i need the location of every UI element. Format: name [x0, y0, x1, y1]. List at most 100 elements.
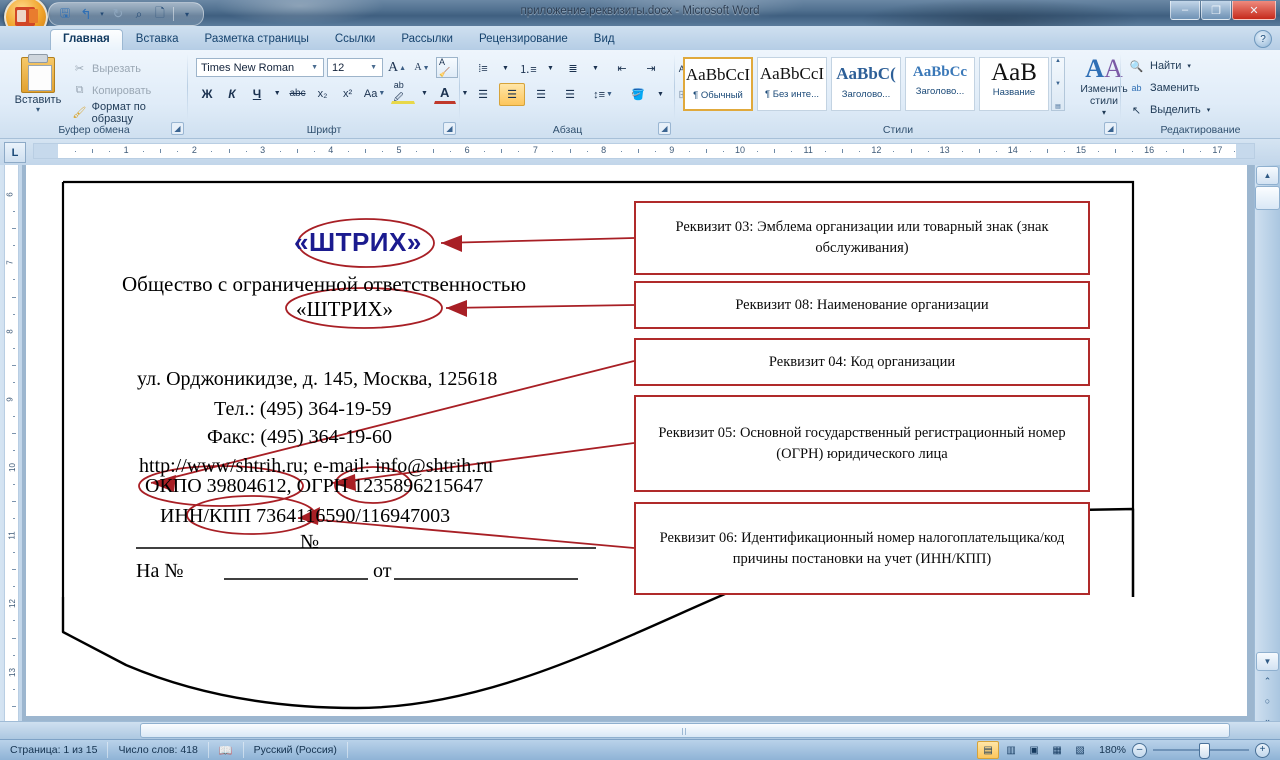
- find-button[interactable]: 🔍 Найти ▾: [1129, 56, 1191, 76]
- zoom-level-label[interactable]: 180%: [1099, 744, 1126, 756]
- replace-button[interactable]: ab Заменить: [1129, 78, 1199, 98]
- status-page[interactable]: Страница: 1 из 15: [0, 742, 109, 758]
- font-dialog-launcher[interactable]: ◢: [443, 122, 456, 135]
- style-item-bez-intervala[interactable]: AaBbCcI ¶ Без инте...: [757, 57, 827, 111]
- shading-chevron-down-icon[interactable]: ▼: [654, 83, 667, 106]
- styles-gallery-scrollbar[interactable]: ▲ ▼ ▤: [1051, 57, 1065, 111]
- document-workspace[interactable]: «ШТРИХ» Общество с ограниченной ответств…: [22, 165, 1255, 730]
- callout-rekvizit-06[interactable]: Реквизит 06: Идентификационный номер нал…: [634, 502, 1090, 595]
- select-button[interactable]: ↖ Выделить ▾: [1129, 100, 1210, 120]
- format-painter-button[interactable]: 🖌 Формат по образцу: [72, 101, 188, 125]
- tab-razmetka-stranicy[interactable]: Разметка страницы: [192, 29, 322, 50]
- styles-dialog-launcher[interactable]: ◢: [1104, 122, 1117, 135]
- font-name-chevron-down-icon[interactable]: ▼: [308, 64, 321, 71]
- clipboard-dialog-launcher[interactable]: ◢: [171, 122, 184, 135]
- vertical-scrollbar[interactable]: ▲ ▼ ⌃ ○ ⌄: [1254, 165, 1280, 730]
- bullets-chevron-down-icon[interactable]: ▼: [499, 57, 512, 80]
- underline-chevron-down-icon[interactable]: ▼: [271, 83, 284, 104]
- shrink-font-button[interactable]: A ▼: [411, 57, 433, 78]
- callout-rekvizit-04[interactable]: Реквизит 04: Код организации: [634, 338, 1090, 386]
- zoom-in-button[interactable]: +: [1255, 742, 1270, 758]
- zoom-slider-handle[interactable]: [1199, 743, 1210, 759]
- numbering-chevron-down-icon[interactable]: ▼: [544, 57, 557, 80]
- line-spacing-button[interactable]: ↕≡ ▼: [590, 83, 616, 106]
- tab-vstavka[interactable]: Вставка: [123, 29, 192, 50]
- text-highlight-button[interactable]: ab🖉: [390, 80, 416, 104]
- status-word-count[interactable]: Число слов: 418: [108, 742, 209, 758]
- align-center-button[interactable]: ☰: [499, 83, 525, 106]
- tab-ssylki[interactable]: Ссылки: [322, 29, 389, 50]
- ruler-band[interactable]: 1 2 3 4 5 6 7 8 9 10 11 12 13 14 15 16 17: [33, 143, 1255, 159]
- tab-rassylki[interactable]: Рассылки: [388, 29, 466, 50]
- paste-caret-icon[interactable]: ▾: [10, 106, 66, 114]
- copy-button[interactable]: ⧉ Копировать: [72, 81, 152, 100]
- tab-recenzirovanie[interactable]: Рецензирование: [466, 29, 581, 50]
- styles-scroll-down-icon[interactable]: ▼: [1055, 81, 1061, 87]
- change-case-button[interactable]: Aa ▼: [362, 83, 388, 104]
- align-left-button[interactable]: ☰: [470, 83, 496, 106]
- paste-button[interactable]: Вставить ▾: [10, 54, 66, 117]
- vertical-ruler[interactable]: 6 7 8 9 10 11 12 13: [0, 165, 22, 730]
- font-size-chevron-down-icon[interactable]: ▼: [367, 64, 380, 71]
- find-caret-icon[interactable]: ▾: [1187, 62, 1191, 70]
- style-item-nazvanie[interactable]: AaB Название: [979, 57, 1049, 111]
- vertical-scroll-thumb[interactable]: [1255, 186, 1280, 210]
- subscript-button[interactable]: x₂: [312, 83, 334, 104]
- tab-glavnaya[interactable]: Главная: [50, 29, 123, 50]
- underline-button[interactable]: Ч: [246, 83, 268, 104]
- tab-vid[interactable]: Вид: [581, 29, 628, 50]
- style-item-obychnyy[interactable]: AaBbCcI ¶ Обычный: [683, 57, 753, 111]
- increase-indent-button[interactable]: ⇥: [638, 57, 664, 80]
- callout-rekvizit-05[interactable]: Реквизит 05: Основной государственный ре…: [634, 395, 1090, 492]
- minimize-button[interactable]: –: [1170, 1, 1200, 20]
- font-name-combo[interactable]: Times New Roman ▼: [196, 58, 324, 77]
- status-language[interactable]: Русский (Россия): [244, 742, 348, 758]
- font-size-combo[interactable]: 12 ▼: [327, 58, 383, 77]
- styles-more-icon[interactable]: ▤: [1055, 103, 1061, 110]
- align-right-button[interactable]: ☰: [528, 83, 554, 106]
- superscript-button[interactable]: x²: [337, 83, 359, 104]
- grow-font-button[interactable]: A ▲: [386, 57, 408, 78]
- tab-stop-selector[interactable]: L: [4, 142, 26, 163]
- zoom-out-button[interactable]: –: [1132, 742, 1147, 758]
- horizontal-ruler[interactable]: L 1 2 3 4 5 6 7 8 9 10 11 12 13 14 15 16 17: [0, 139, 1280, 166]
- scroll-down-button[interactable]: ▼: [1256, 652, 1279, 671]
- draft-view-button[interactable]: ▧: [1069, 741, 1091, 759]
- full-screen-reading-view-button[interactable]: ▥: [1000, 741, 1022, 759]
- decrease-indent-button[interactable]: ⇤: [609, 57, 635, 80]
- scroll-up-button[interactable]: ▲: [1256, 166, 1279, 185]
- justify-button[interactable]: ☰: [557, 83, 583, 106]
- maximize-button[interactable]: ❐: [1201, 1, 1231, 20]
- bold-button[interactable]: Ж: [196, 83, 218, 104]
- highlight-chevron-down-icon[interactable]: ▼: [418, 83, 431, 104]
- vertical-ruler-band[interactable]: 6 7 8 9 10 11 12 13: [4, 165, 19, 730]
- horizontal-scroll-thumb[interactable]: [140, 723, 1230, 738]
- styles-scroll-up-icon[interactable]: ▲: [1055, 58, 1061, 64]
- outline-view-button[interactable]: ▦: [1046, 741, 1068, 759]
- select-caret-icon[interactable]: ▾: [1207, 106, 1211, 114]
- proofing-errors-icon[interactable]: 📖: [209, 742, 244, 758]
- select-browse-object-icon[interactable]: ○: [1259, 692, 1276, 709]
- style-item-zagolovok-1[interactable]: AaBbC( Заголово...: [831, 57, 901, 111]
- style-item-zagolovok-2[interactable]: AaBbCc Заголово...: [905, 57, 975, 111]
- horizontal-scrollbar[interactable]: [0, 721, 1280, 740]
- multilevel-list-button[interactable]: ≣: [560, 57, 586, 80]
- close-button[interactable]: ✕: [1232, 1, 1276, 20]
- strikethrough-button[interactable]: abc: [287, 83, 309, 104]
- clear-formatting-button[interactable]: A🧹: [436, 57, 458, 78]
- numbering-button[interactable]: ⒈≡: [515, 57, 541, 80]
- paragraph-dialog-launcher[interactable]: ◢: [658, 122, 671, 135]
- previous-page-icon[interactable]: ⌃: [1259, 673, 1276, 690]
- zoom-slider-track[interactable]: [1153, 743, 1249, 759]
- shading-button[interactable]: 🪣: [625, 83, 651, 106]
- help-icon[interactable]: ?: [1254, 30, 1272, 48]
- document-page[interactable]: «ШТРИХ» Общество с ограниченной ответств…: [26, 165, 1247, 716]
- callout-rekvizit-08[interactable]: Реквизит 08: Наименование организации: [634, 281, 1090, 329]
- web-layout-view-button[interactable]: ▣: [1023, 741, 1045, 759]
- bullets-button[interactable]: ⁞≡: [470, 57, 496, 80]
- italic-button[interactable]: К: [221, 83, 243, 104]
- multilevel-chevron-down-icon[interactable]: ▼: [589, 57, 602, 80]
- callout-rekvizit-03[interactable]: Реквизит 03: Эмблема организации или тов…: [634, 201, 1090, 275]
- cut-button[interactable]: ✂ Вырезать: [72, 59, 141, 78]
- font-color-button[interactable]: A: [433, 83, 456, 104]
